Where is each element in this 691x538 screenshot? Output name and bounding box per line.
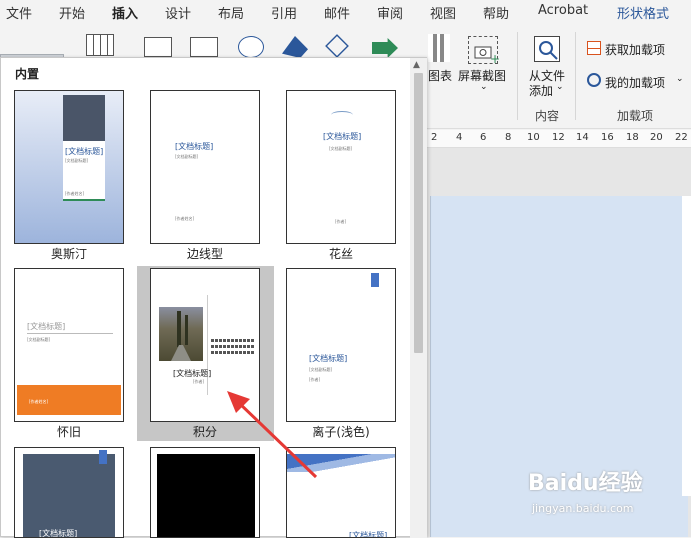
annotation-arrow-icon	[227, 391, 318, 479]
watermark-url: jingyan.baidu.com	[532, 502, 634, 515]
watermark-logo: Baidu经验	[528, 471, 643, 496]
